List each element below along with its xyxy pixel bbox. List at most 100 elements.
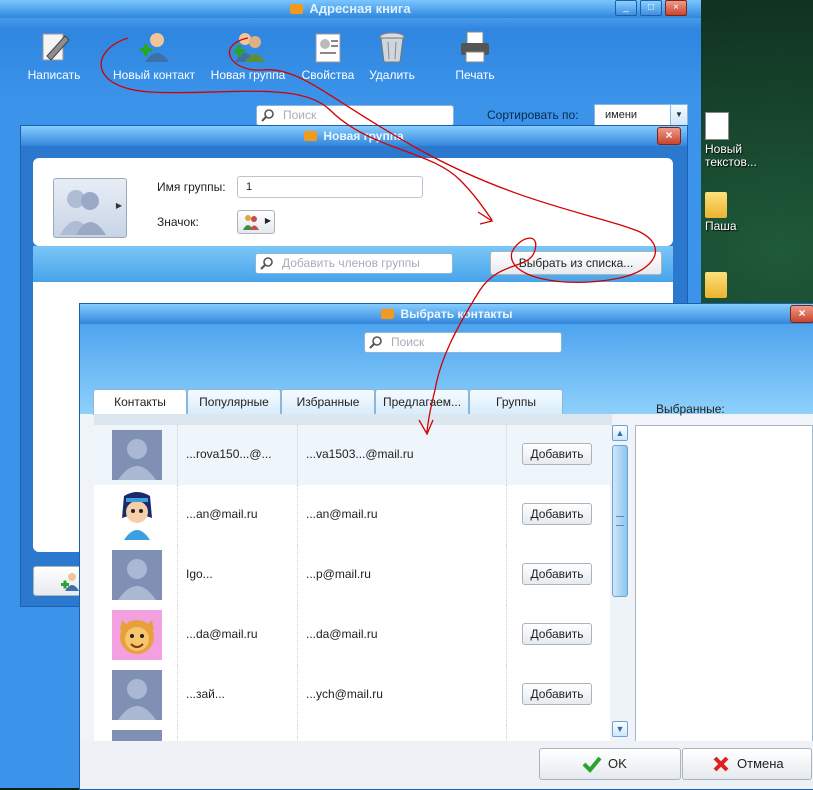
contact-row[interactable]: Igo... ...p@mail.ru Добавить [94,545,610,606]
scroll-down-arrow[interactable]: ▼ [612,721,628,737]
contacts-scrollbar[interactable]: ▲ ▼ [612,425,628,739]
close-button[interactable]: × [657,127,681,145]
address-book-search-input[interactable]: Поиск [256,105,454,126]
minimize-button[interactable]: _ [615,0,637,16]
mail-icon [290,4,304,14]
default-avatar-icon [112,730,162,741]
default-avatar-icon [112,430,162,480]
contact-email: ...va1503...@mail.ru [306,447,414,461]
close-button[interactable]: × [665,0,687,16]
chevron-down-icon: ▼ [670,105,687,125]
column-divider [297,665,298,725]
contacts-search-input[interactable]: Поиск [364,332,562,353]
scroll-up-arrow[interactable]: ▲ [612,425,628,441]
toolbar-label: Печать [455,68,495,82]
folder-icon [705,192,727,218]
close-button[interactable]: × [790,305,813,323]
sort-value: имени [605,109,638,121]
toolbar-label: Написать [27,68,81,82]
column-divider [506,425,507,485]
toolbar-print-button[interactable]: Печать [448,30,502,82]
contact-row[interactable]: ...an@mail.ru ...an@mail.ru Добавить [94,485,610,546]
printer-icon [458,30,492,64]
cartoon-avatar-icon [112,490,162,540]
column-divider [297,485,298,545]
group-avatar-picker[interactable]: ▶ [53,178,127,238]
group-name-input[interactable]: 1 [237,176,423,198]
desktop-icon-label: Новый текстов... [705,142,757,169]
search-icon [260,256,274,270]
selected-contacts-list[interactable] [635,425,813,743]
toolbar-label: Удалить [369,68,415,82]
add-contact-icon [61,573,79,591]
column-divider [506,725,507,741]
desktop-icon-text-file[interactable]: Новый текстов... [705,112,757,169]
new-group-titlebar: Новая группа [21,126,687,146]
contact-row[interactable] [94,725,610,741]
desktop-icon-label: Паша [705,219,737,233]
add-button[interactable]: Добавить [522,443,592,465]
column-divider [506,665,507,725]
tab-popular[interactable]: Популярные [187,389,281,414]
toolbar-delete-button[interactable]: Удалить [364,30,420,82]
column-divider [297,725,298,741]
column-divider [177,725,178,741]
column-divider [297,545,298,605]
add-members-input[interactable]: Добавить членов группы [255,253,453,274]
column-divider [297,425,298,485]
select-contacts-titlebar: Выбрать контакты [80,304,813,324]
window-title: Новая группа [323,129,404,143]
column-divider [506,605,507,665]
search-icon [369,335,383,349]
scroll-thumb[interactable] [612,445,628,597]
address-book-titlebar: Адресная книга [0,0,701,18]
checkmark-icon [582,755,602,773]
window-title: Выбрать контакты [400,307,513,321]
sort-select[interactable]: имени ▼ [594,104,688,126]
add-button[interactable]: Добавить [522,623,592,645]
sort-label: Сортировать по: [487,108,579,122]
contact-email: ...an@mail.ru [306,507,378,521]
toolbar-compose-button[interactable]: Написать [24,30,84,82]
members-toolbar: Добавить членов группы Выбрать из списка… [33,246,673,282]
toolbar-new-group-button[interactable]: Новая группа [208,30,288,82]
add-button[interactable]: Добавить [522,683,592,705]
tab-groups[interactable]: Группы [469,389,563,414]
toolbar-new-contact-button[interactable]: Новый контакт [110,30,198,82]
contact-name: ...зай... [186,687,225,701]
contact-name: ...an@mail.ru [186,507,258,521]
column-divider [177,665,178,725]
add-button[interactable]: Добавить [522,503,592,525]
add-members-placeholder: Добавить членов группы [282,256,420,270]
maximize-button[interactable]: □ [640,0,662,16]
add-button[interactable]: Добавить [522,563,592,585]
chevron-right-icon: ▶ [115,201,122,210]
text-file-icon [705,112,729,140]
mail-icon [304,131,318,141]
contact-row[interactable]: ...da@mail.ru ...da@mail.ru Добавить [94,605,610,666]
tab-favorites[interactable]: Избранные [281,389,375,414]
grip-icon [616,516,624,526]
ok-label: OK [608,756,627,771]
group-icon-picker[interactable]: ▶ [237,210,275,234]
choose-from-list-button[interactable]: Выбрать из списка... [490,251,662,275]
contact-row[interactable]: ...зай... ...ych@mail.ru Добавить [94,665,610,726]
contact-row[interactable]: ...rova150...@... ...va1503...@mail.ru Д… [94,425,610,486]
contact-name: Igo... [186,567,213,581]
contact-email: ...p@mail.ru [306,567,371,581]
ok-button[interactable]: OK [539,748,681,780]
properties-icon [311,30,345,64]
desktop-icon-folder-pasha[interactable]: Паша [705,192,737,233]
tab-contacts[interactable]: Контакты [93,389,187,415]
search-icon [261,108,275,122]
column-divider [177,605,178,665]
tab-suggested[interactable]: Предлагаем... [375,389,469,414]
cancel-button[interactable]: Отмена [682,748,812,780]
column-divider [297,605,298,665]
desktop-icon-folder[interactable] [705,272,727,300]
toolbar-properties-button[interactable]: Свойства [298,30,358,82]
group-name-value: 1 [246,181,253,193]
contact-email: ...ych@mail.ru [306,687,383,701]
trash-icon [375,30,409,64]
default-avatar-icon [112,550,162,600]
